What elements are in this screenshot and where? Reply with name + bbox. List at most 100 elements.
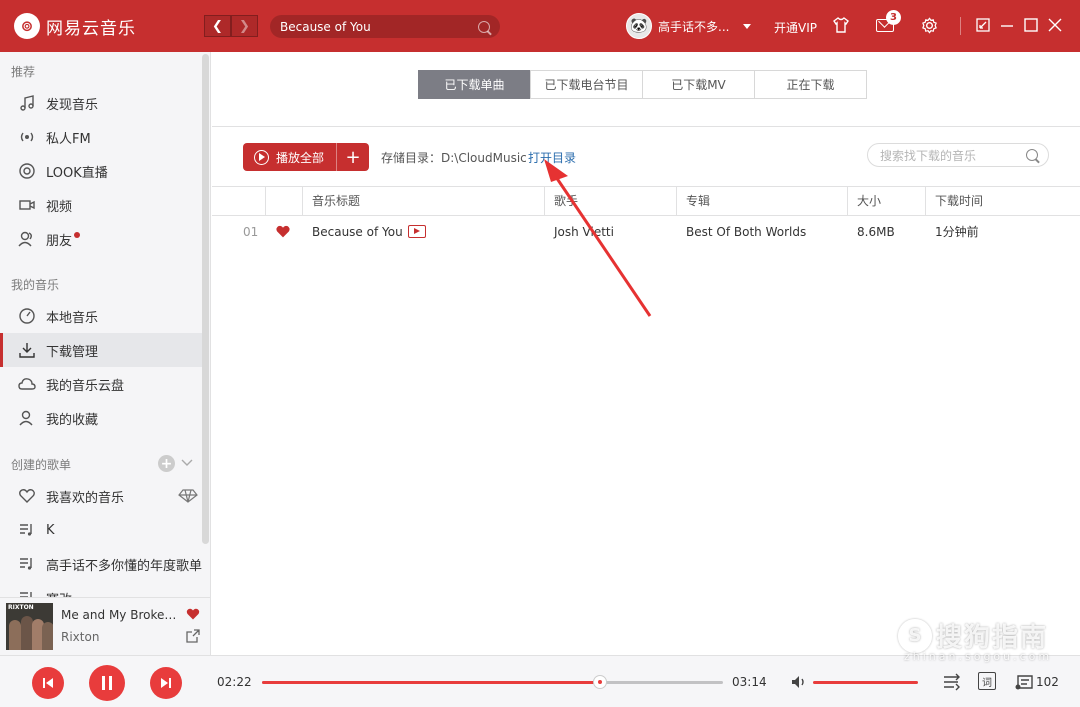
sidebar-item-label: 本地音乐 [46,310,99,326]
heart-filled-icon[interactable] [275,224,291,239]
sidebar-item-discover[interactable]: 发现音乐 [0,86,202,120]
playlist-queue-icon[interactable] [1014,673,1034,691]
vip-button[interactable]: 开通VIP [774,19,817,36]
column-title[interactable]: 音乐标题 [302,187,544,216]
download-time-cell: 1分钟前 [935,225,979,239]
progress-fill [262,681,600,684]
app-logo[interactable]: ⊚ 网易云音乐 [14,13,136,39]
collection-icon [19,410,33,426]
avatar[interactable]: 🐼 [626,13,652,39]
back-arrow-icon[interactable]: ❮ [204,15,231,37]
netease-logo-icon: ⊚ [14,13,40,39]
minimize-icon[interactable] [998,16,1016,34]
lyrics-icon[interactable]: 词 [978,672,996,690]
skin-icon[interactable] [832,16,850,34]
song-title-cell: Because of You [312,217,426,247]
sidebar-item-playlist-k[interactable]: K [0,513,202,547]
forward-arrow-icon[interactable]: ❯ [231,15,258,37]
close-icon[interactable] [1046,16,1064,34]
album-brand: RIXTON [8,604,34,611]
column-album[interactable]: 专辑 [676,187,847,216]
sidebar-item-label: 朋友 [46,233,73,249]
tab-downloaded-radio[interactable]: 已下载电台节目 [530,70,643,99]
sidebar-item-label: 我的音乐云盘 [46,378,125,394]
sidebar-item-friends[interactable]: 朋友 [0,222,202,256]
search-icon[interactable] [1026,149,1038,161]
playlist-icon [20,524,32,536]
maximize-icon[interactable] [1022,16,1040,34]
search-icon[interactable] [478,20,490,33]
next-button[interactable] [150,667,182,699]
username[interactable]: 高手话不多... [658,18,729,35]
pause-button[interactable] [89,665,125,701]
sidebar-item-cloud[interactable]: 我的音乐云盘 [0,367,202,401]
progress-knob[interactable] [592,675,607,689]
progress-slider[interactable] [262,675,723,689]
tab-downloading[interactable]: 正在下载 [754,70,867,99]
playlist-count[interactable]: 102 [1036,675,1059,689]
mini-song-title[interactable]: Me and My Broken ... [61,608,179,622]
sidebar-item-look[interactable]: LOOK直播 [0,154,202,188]
album-cell[interactable]: Best Of Both Worlds [686,217,806,247]
search-input[interactable]: Because of You [270,15,500,38]
artist-cell[interactable]: Josh Vietti [554,217,614,247]
sidebar-item-label: 我的收藏 [46,412,99,428]
play-all-button[interactable]: 播放全部 [243,143,337,171]
download-tabs: 已下载单曲 已下载电台节目 已下载MV 正在下载 [418,70,867,99]
heart-outline-icon [19,489,35,503]
heart-mode-icon[interactable] [176,488,200,504]
section-title-my-music: 我的音乐 [11,278,60,292]
tab-downloaded-songs[interactable]: 已下载单曲 [418,70,531,99]
previous-button[interactable] [32,667,64,699]
column-artist[interactable]: 歌手 [544,187,676,216]
music-note-icon [20,95,34,111]
now-playing-mini[interactable]: RIXTON Me and My Broken ... Rixton [0,597,211,655]
cloud-icon [18,378,36,390]
play-mode-icon[interactable] [942,673,962,691]
open-directory-link[interactable]: 打开目录 [528,149,576,166]
chevron-down-icon[interactable] [180,456,194,470]
sidebar-item-label: 视频 [46,199,73,215]
watermark-text: 搜狗指南 [936,623,1049,653]
sidebar-item-downloads[interactable]: 下载管理 [0,333,202,367]
gear-icon[interactable] [921,17,938,34]
mail-badge: 3 [886,10,901,25]
mini-artist[interactable]: Rixton [61,630,99,644]
add-playlist-icon[interactable]: + [158,455,175,472]
sidebar-item-collection[interactable]: 我的收藏 [0,401,202,435]
user-menu[interactable]: 🐼 高手话不多... [626,13,752,39]
sidebar-item-video[interactable]: 视频 [0,188,202,222]
sidebar-item-label: K [46,522,55,538]
previous-icon [43,678,53,688]
play-circle-icon [254,149,269,165]
heart-filled-icon[interactable] [186,607,200,621]
sidebar-item-local[interactable]: 本地音乐 [0,299,202,333]
share-icon[interactable] [186,629,200,643]
size-cell: 8.6MB [857,225,895,239]
nav-arrows: ❮ ❯ [204,15,258,37]
playlist-icon [20,558,32,570]
volume-icon[interactable] [790,673,808,691]
chevron-down-icon[interactable] [743,23,752,29]
sidebar-item-playlist-annual[interactable]: 高手话不多你懂的年度歌单 [0,547,202,581]
pause-icon [102,676,112,690]
mini-mode-icon[interactable] [974,16,992,34]
mv-icon[interactable] [407,225,426,238]
sidebar-scrollbar[interactable] [202,54,209,544]
add-to-playlist-button[interactable]: + [337,143,369,171]
album-figure [9,620,21,650]
volume-slider[interactable] [813,681,918,684]
album-art[interactable]: RIXTON [6,603,53,650]
sidebar-item-liked[interactable]: 我喜欢的音乐 [0,479,202,513]
song-title[interactable]: Because of You [312,225,403,239]
table-row[interactable]: 01 Because of You Josh Vietti Best Of Bo… [212,217,1080,247]
column-download-time[interactable]: 下载时间 [925,187,1080,216]
sidebar-item-fm[interactable]: 私人FM [0,120,202,154]
local-music-icon [19,308,35,324]
column-size[interactable]: 大小 [847,187,925,216]
sidebar-item-playlist-other[interactable]: 赛改 [0,581,202,597]
current-time: 02:22 [217,675,252,689]
tab-downloaded-mv[interactable]: 已下载MV [642,70,755,99]
sidebar-item-label: 发现音乐 [46,97,99,113]
download-search-input[interactable]: 搜索找下载的音乐 [867,143,1049,167]
